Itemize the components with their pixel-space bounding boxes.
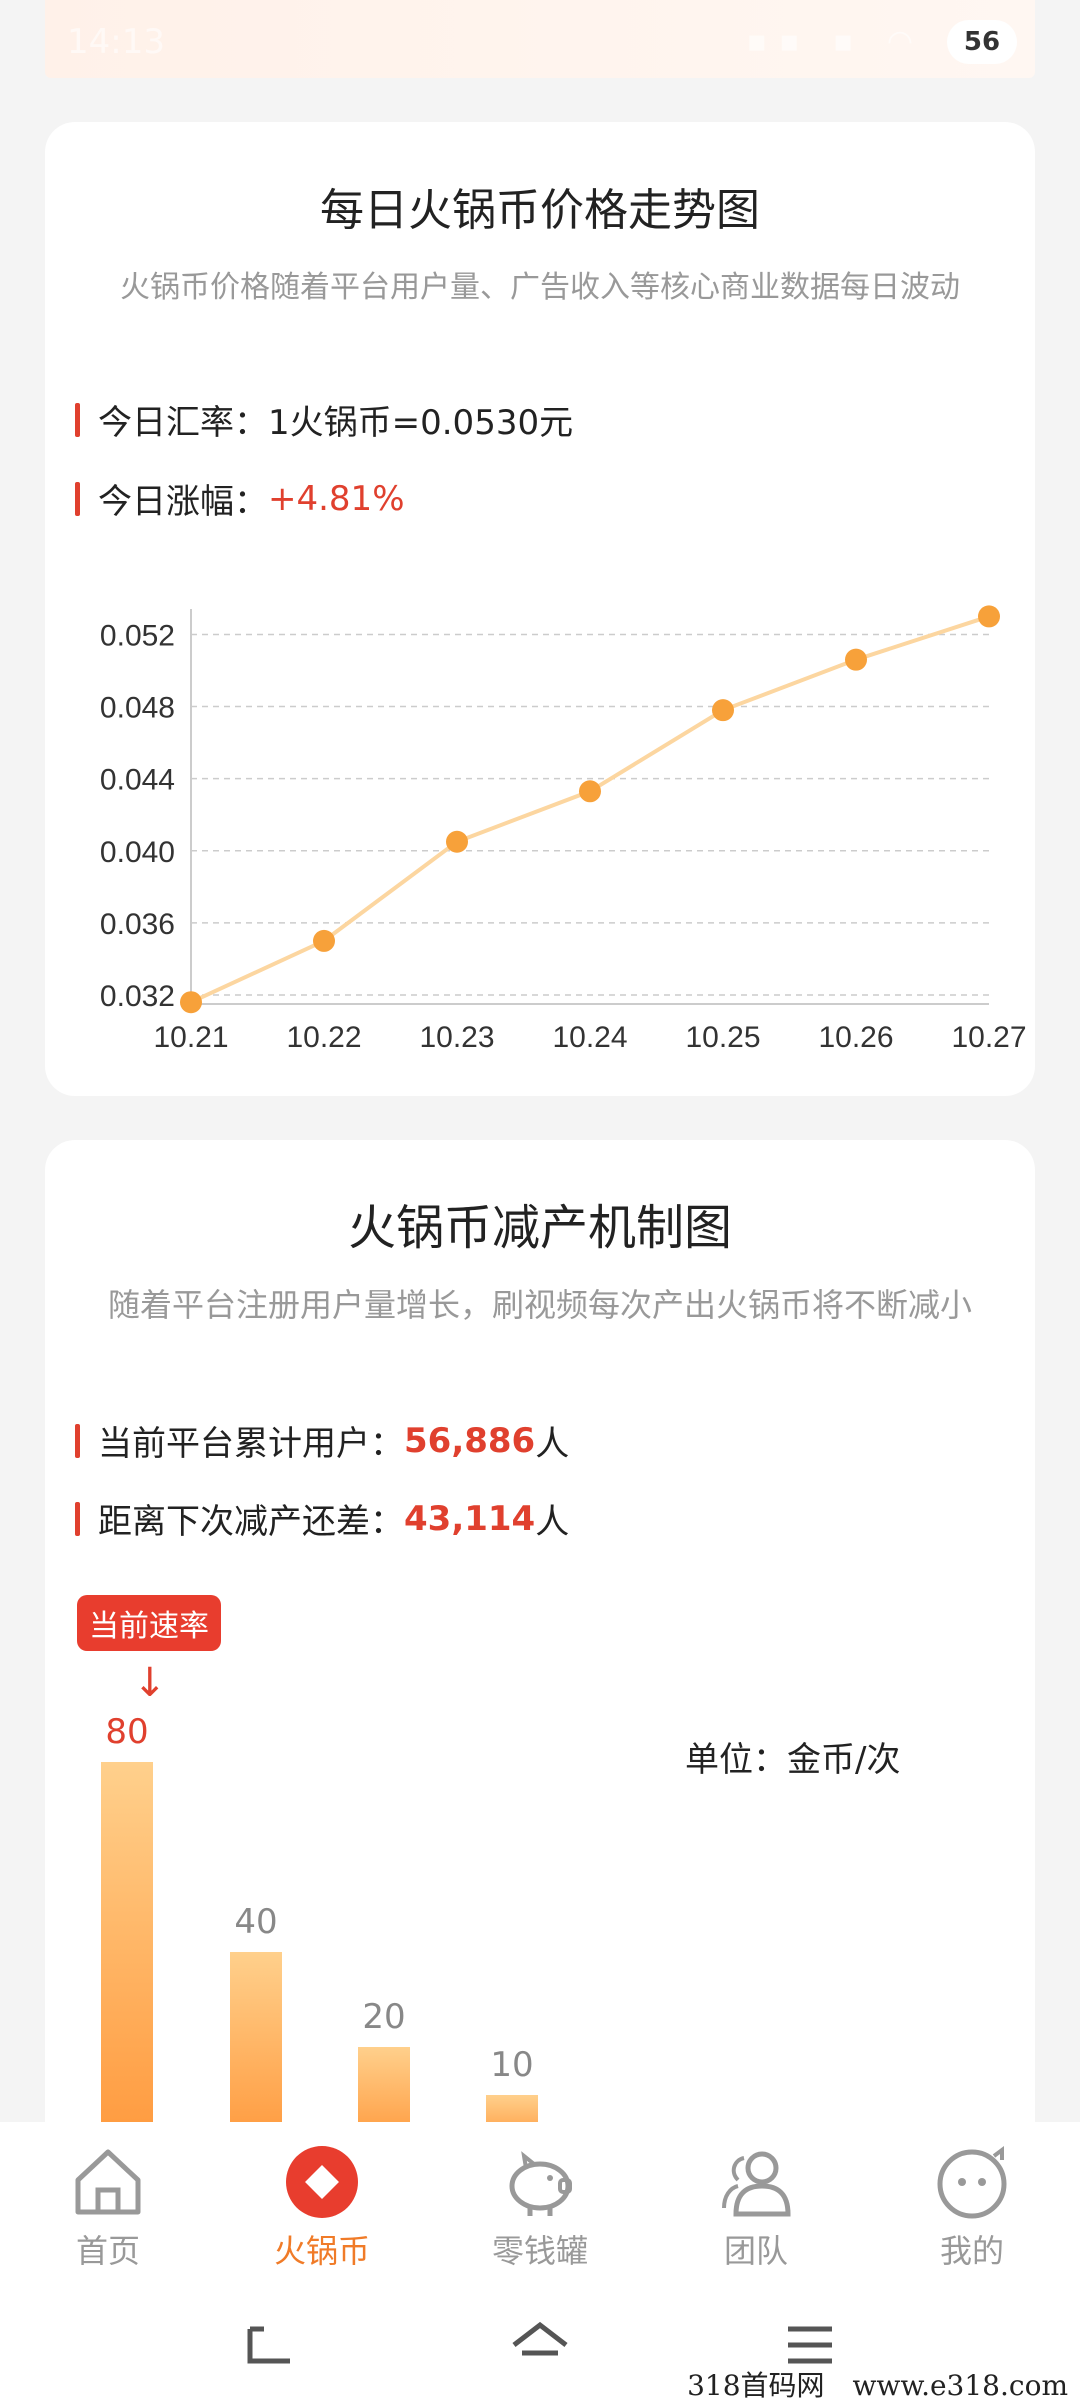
- reduction-title: 火锅币减产机制图: [347, 1200, 732, 1256]
- tab-team[interactable]: 团队: [676, 2142, 836, 2272]
- tab-piggy-bank-label: 零钱罐: [491, 2232, 588, 2270]
- back-icon[interactable]: [240, 2315, 300, 2375]
- price-point: [978, 605, 1000, 628]
- reduction-bar: [101, 1762, 153, 2142]
- price-point: [712, 699, 734, 722]
- tab-hotpot-coin[interactable]: 火锅币: [242, 2142, 402, 2272]
- profile-icon: [937, 2146, 1007, 2219]
- price-point: [845, 648, 867, 671]
- x-tick-label: 10.24: [552, 1021, 627, 1054]
- reduction-subtitle: 随着平台注册用户量增长，刷视频每次产出火锅币将不断减小: [107, 1286, 972, 1324]
- y-tick-label: 0.036: [100, 908, 175, 941]
- hotpot-coin-icon: [286, 2146, 358, 2218]
- total-users-unit: 人: [535, 1424, 570, 1464]
- y-tick-label: 0.032: [100, 980, 175, 1013]
- tab-team-label: 团队: [723, 2232, 788, 2270]
- next-reduction-label: 距离下次减产还差：: [98, 1502, 404, 1542]
- status-time: 14:13: [67, 22, 165, 62]
- price-point: [313, 929, 335, 952]
- system-nav-bar: 318首码网 www.e318.com: [0, 2287, 1080, 2408]
- piggy-bank-icon: [509, 2151, 572, 2216]
- watermark-text: 318首码网 www.e318.com: [687, 2369, 1068, 2402]
- current-rate-badge: 当前速率: [77, 1595, 221, 1651]
- y-tick-label: 0.040: [100, 836, 175, 869]
- tab-hotpot-coin-label: 火锅币: [273, 2232, 370, 2270]
- tab-home[interactable]: 首页: [28, 2142, 188, 2272]
- bar-value-label: 40: [234, 1902, 278, 1942]
- price-point: [579, 780, 601, 803]
- bar-value-label: 20: [362, 1997, 406, 2037]
- x-tick-label: 10.21: [153, 1021, 228, 1054]
- total-users-label: 当前平台累计用户：: [98, 1424, 404, 1464]
- bar-value-label: 10: [490, 2044, 534, 2085]
- accent-bar: [75, 1423, 80, 1458]
- bottom-tab-bar: 首页 火锅币 零钱罐 团队 我的: [0, 2122, 1080, 2287]
- y-tick-label: 0.052: [100, 619, 175, 652]
- bar-value-label: 80: [105, 1712, 149, 1752]
- next-reduction-unit: 人: [535, 1502, 570, 1542]
- down-arrow-icon: ↓: [133, 1660, 167, 1706]
- team-icon: [722, 2151, 791, 2217]
- tab-piggy-bank[interactable]: 零钱罐: [460, 2142, 620, 2272]
- reduction-card: 火锅币减产机制图 随着平台注册用户量增长，刷视频每次产出火锅币将不断减小 当前平…: [45, 1140, 1035, 2160]
- tab-home-label: 首页: [75, 2232, 140, 2270]
- price-series-line: [190, 614, 990, 1005]
- price-point: [446, 830, 468, 853]
- tab-profile[interactable]: 我的: [892, 2142, 1052, 2272]
- price-trend-card: 每日火锅币价格走势图 火锅币价格随着平台用户量、广告收入等核心商业数据每日波动 …: [45, 122, 1035, 1096]
- accent-bar: [75, 1501, 80, 1536]
- x-tick-label: 10.23: [419, 1021, 494, 1054]
- home-icon: [75, 2149, 141, 2215]
- total-users-value: 56,886: [404, 1420, 536, 1461]
- battery-icon: 56: [947, 20, 1017, 64]
- home-nav-icon[interactable]: [508, 2315, 572, 2375]
- reduction-bar: [230, 1952, 282, 2142]
- unit-label: 单位：金币/次: [685, 1740, 901, 1780]
- next-reduction-value: 43,114: [404, 1498, 536, 1539]
- price-point: [180, 991, 202, 1014]
- x-tick-label: 10.26: [818, 1021, 893, 1054]
- total-users-row: 当前平台累计用户： 56,886 人: [75, 1416, 569, 1465]
- status-bar: 14:13 ▪▪ ▪ ◠ 56: [45, 0, 1035, 78]
- price-line-chart: 0.032 0.036 0.040 0.044 0.048 0.052 10.21 10.22…: [100, 605, 1027, 1054]
- y-tick-label: 0.044: [100, 764, 175, 797]
- next-reduction-row: 距离下次减产还差： 43,114 人: [75, 1494, 569, 1543]
- x-tick-label: 10.22: [286, 1021, 361, 1054]
- tab-profile-label: 我的: [939, 2232, 1004, 2270]
- signal-wifi-icons: ▪▪ ▪ ◠: [746, 24, 925, 59]
- y-tick-label: 0.048: [100, 692, 175, 725]
- x-tick-label: 10.25: [685, 1021, 760, 1054]
- x-tick-label: 10.27: [951, 1021, 1026, 1054]
